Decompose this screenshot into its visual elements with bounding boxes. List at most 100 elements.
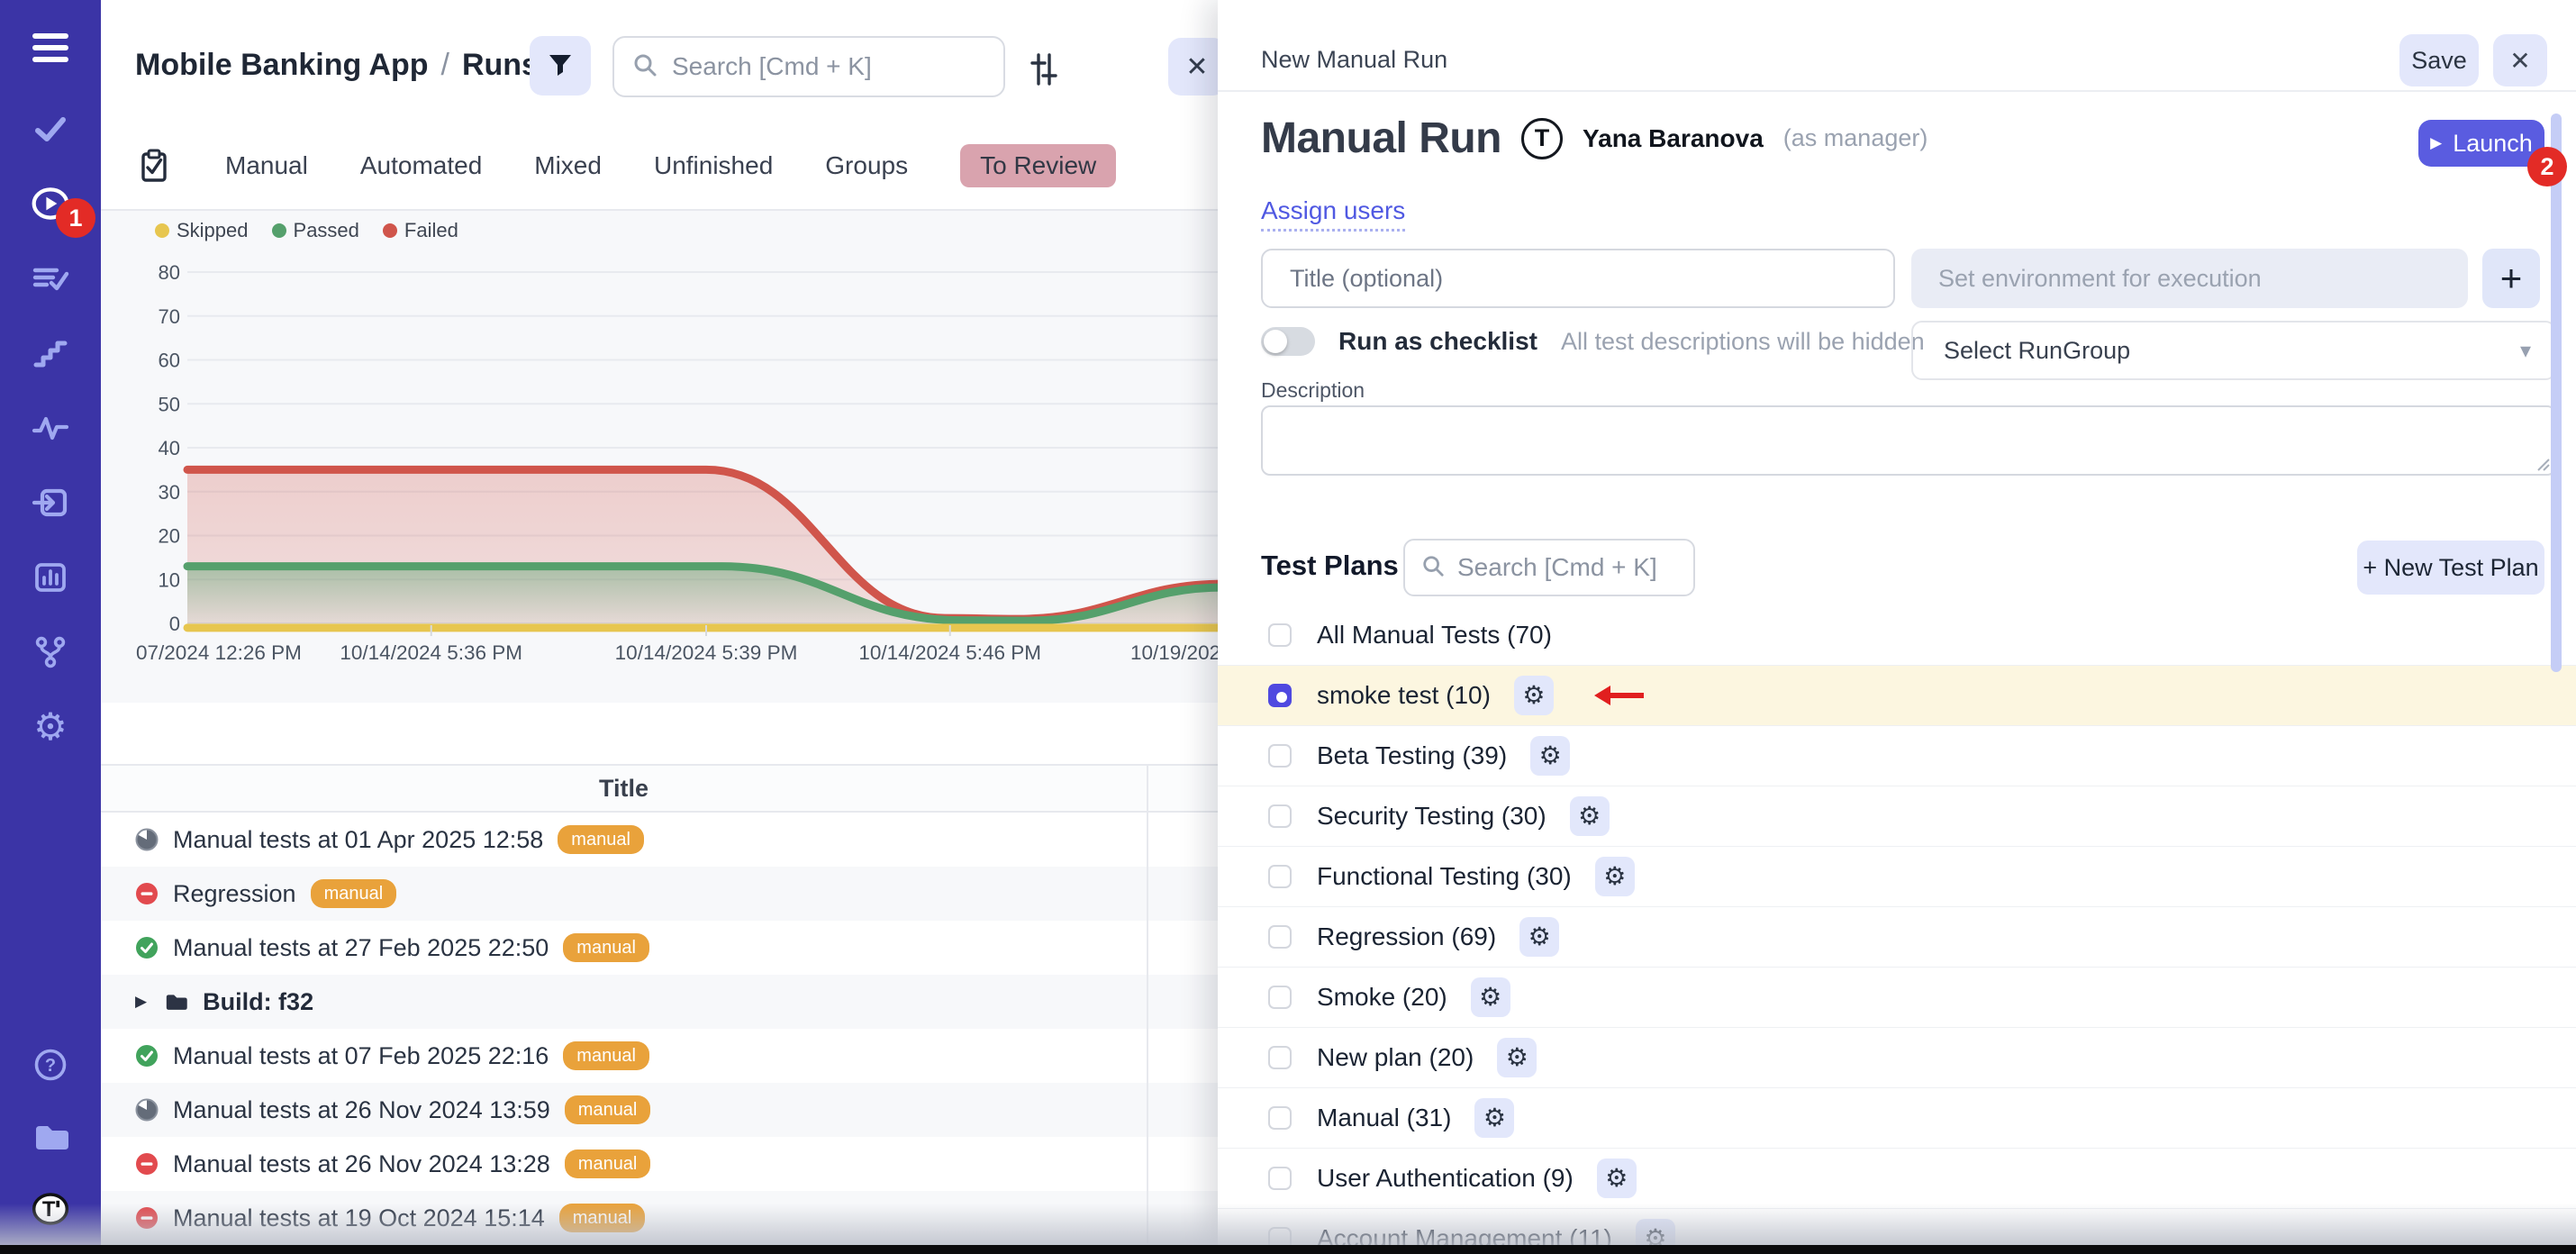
save-button[interactable]: Save <box>2399 34 2479 86</box>
tab-unfinished[interactable]: Unfinished <box>654 151 773 180</box>
rungroup-select[interactable]: Select RunGroup ▾ <box>1911 321 2556 380</box>
menu-icon[interactable] <box>31 34 70 74</box>
test-list-icon[interactable] <box>31 259 70 298</box>
runs-play-icon[interactable]: 1 <box>31 184 70 223</box>
environment-input[interactable] <box>1911 249 2468 308</box>
plan-checkbox[interactable] <box>1268 1106 1292 1130</box>
plan-settings-button[interactable]: ⚙ <box>1597 1159 1637 1198</box>
tab-to-review[interactable]: To Review <box>960 144 1116 187</box>
plan-checkbox[interactable] <box>1268 804 1292 828</box>
test-plan-row[interactable]: Functional Testing (30)⚙ <box>1218 847 2576 907</box>
gear-icon: ⚙ <box>1603 864 1626 889</box>
test-plan-row[interactable]: All Manual Tests (70) <box>1218 605 2576 666</box>
table-row[interactable]: Manual tests at 26 Nov 2024 13:59 manual <box>101 1083 1225 1137</box>
test-plan-row[interactable]: Manual (31)⚙ <box>1218 1088 2576 1149</box>
plan-settings-button[interactable]: ⚙ <box>1514 676 1554 715</box>
plan-settings-button[interactable]: ⚙ <box>1530 736 1570 776</box>
run-as-checklist-toggle[interactable] <box>1261 327 1315 356</box>
test-plan-row[interactable]: Regression (69)⚙ <box>1218 907 2576 968</box>
new-test-plan-button[interactable]: + New Test Plan <box>2357 541 2544 595</box>
tab-groups[interactable]: Groups <box>825 151 908 180</box>
assign-users-link[interactable]: Assign users <box>1261 196 1405 232</box>
test-plans-search <box>1403 539 1695 596</box>
plan-settings-button[interactable]: ⚙ <box>1474 1098 1514 1138</box>
plan-checkbox[interactable] <box>1268 684 1292 707</box>
plan-checkbox[interactable] <box>1268 986 1292 1009</box>
settings-gear-icon[interactable]: ⚙ <box>31 707 70 747</box>
plan-checkbox[interactable] <box>1268 865 1292 888</box>
run-heading: Manual Run T Yana Baranova (as manager) <box>1261 114 1927 163</box>
plan-checkbox[interactable] <box>1268 744 1292 768</box>
column-header-title[interactable]: Title <box>101 766 1147 811</box>
logo-icon[interactable]: T <box>31 1189 70 1229</box>
scrollbar-thumb[interactable] <box>2551 114 2562 672</box>
plan-label: Security Testing (30) <box>1317 802 1547 831</box>
launch-button[interactable]: ▶ Launch <box>2418 120 2544 167</box>
plan-settings-button[interactable]: ⚙ <box>1570 796 1610 836</box>
run-title: Manual tests at 19 Oct 2024 15:14 <box>173 1204 545 1232</box>
test-plan-row[interactable]: User Authentication (9) ⚙ <box>1218 1149 2576 1209</box>
toggle-knob <box>1264 330 1287 353</box>
steps-icon[interactable] <box>31 333 70 373</box>
test-plan-row[interactable]: Beta Testing (39)⚙ <box>1218 726 2576 786</box>
test-plan-row[interactable]: New plan (20)⚙ <box>1218 1028 2576 1088</box>
plan-settings-button[interactable]: ⚙ <box>1595 857 1635 896</box>
plan-label: smoke test (10) <box>1317 681 1491 710</box>
new-manual-run-panel: New Manual Run Save ✕ Manual Run T Yana … <box>1218 0 2576 1254</box>
breadcrumb-page: Runs <box>462 48 539 83</box>
test-plan-row[interactable]: smoke test (10) ⚙ <box>1218 666 2576 726</box>
runs-search <box>612 36 1005 97</box>
tab-manual[interactable]: Manual <box>225 151 308 180</box>
test-plan-row[interactable]: Security Testing (30) ⚙ <box>1218 786 2576 847</box>
plan-settings-button[interactable]: ⚙ <box>1471 977 1510 1017</box>
gear-icon: ⚙ <box>1539 743 1562 768</box>
plan-settings-button[interactable]: ⚙ <box>1497 1038 1537 1077</box>
svg-text:10/14/2024 5:39 PM: 10/14/2024 5:39 PM <box>615 641 798 664</box>
plan-checkbox[interactable] <box>1268 1046 1292 1069</box>
plan-label: User Authentication (9) <box>1317 1164 1574 1193</box>
table-row[interactable]: Manual tests at 27 Feb 2025 22:50 manual <box>101 921 1225 975</box>
expand-icon[interactable]: ▶ <box>135 993 147 1011</box>
display-settings-icon[interactable] <box>1025 50 1063 93</box>
search-input[interactable] <box>670 51 985 82</box>
add-environment-button[interactable]: + <box>2482 249 2540 308</box>
plan-checkbox[interactable] <box>1268 623 1292 647</box>
resize-handle-icon[interactable] <box>2535 456 2551 477</box>
pulse-icon[interactable] <box>31 408 70 448</box>
run-title-input[interactable] <box>1261 249 1895 308</box>
help-icon[interactable]: ? <box>31 1045 70 1085</box>
manager-role-note: (as manager) <box>1783 124 1928 152</box>
test-plan-row[interactable]: Smoke (20)⚙ <box>1218 968 2576 1028</box>
runs-table: Manual tests at 01 Apr 2025 12:58 manual… <box>101 813 1225 1245</box>
close-button[interactable]: ✕ <box>2493 34 2547 86</box>
legend-dot <box>155 223 169 238</box>
table-row[interactable]: Manual tests at 07 Feb 2025 22:16 manual <box>101 1029 1225 1083</box>
svg-text:50: 50 <box>159 393 180 415</box>
table-row[interactable]: Manual tests at 19 Oct 2024 15:14 manual <box>101 1191 1225 1245</box>
table-row[interactable]: Manual tests at 01 Apr 2025 12:58 manual <box>101 813 1225 867</box>
gear-icon: ⚙ <box>1522 683 1545 708</box>
table-row[interactable]: Manual tests at 26 Nov 2024 13:28 manual <box>101 1137 1225 1191</box>
checklist-icon[interactable] <box>135 147 173 185</box>
branches-icon[interactable] <box>31 632 70 672</box>
filter-button[interactable] <box>530 36 591 95</box>
plan-checkbox[interactable] <box>1268 925 1292 949</box>
table-row[interactable]: Regression manual <box>101 867 1225 921</box>
description-label: Description <box>1261 378 1365 403</box>
chevron-down-icon: ▾ <box>2520 338 2531 364</box>
breadcrumb-project[interactable]: Mobile Banking App <box>135 48 429 83</box>
description-textarea[interactable] <box>1261 405 2556 476</box>
test-plans-search-input[interactable] <box>1456 552 1677 583</box>
analytics-icon[interactable] <box>31 558 70 597</box>
plan-settings-button[interactable]: ⚙ <box>1519 917 1559 957</box>
projects-folder-icon[interactable] <box>31 1117 70 1157</box>
status-passed-icon <box>135 936 159 959</box>
table-row-folder[interactable]: ▶ Build: f32 <box>101 975 1225 1029</box>
legend-dot <box>272 223 286 238</box>
plan-checkbox[interactable] <box>1268 1167 1292 1190</box>
tab-mixed[interactable]: Mixed <box>534 151 602 180</box>
import-icon[interactable] <box>31 483 70 522</box>
tasks-check-icon[interactable] <box>31 109 70 149</box>
avatar[interactable]: T <box>1521 118 1563 159</box>
tab-automated[interactable]: Automated <box>360 151 482 180</box>
